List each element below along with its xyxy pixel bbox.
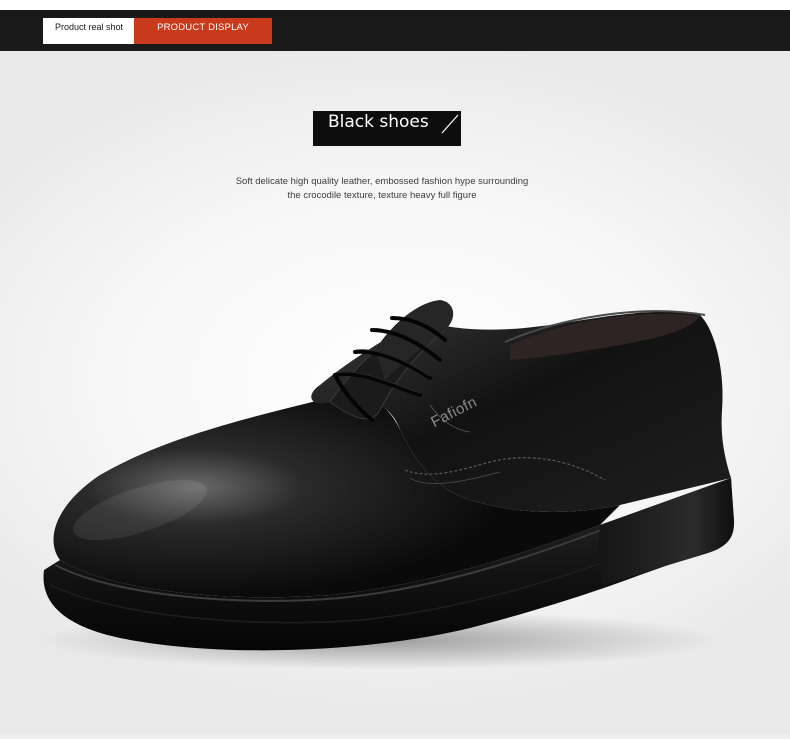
- product-photo: Fafiofn: [0, 0, 790, 739]
- product-page: Product real shot PRODUCT DISPLAY Black …: [0, 0, 790, 739]
- shoe-image: [40, 300, 735, 670]
- bottom-divider: [0, 734, 790, 739]
